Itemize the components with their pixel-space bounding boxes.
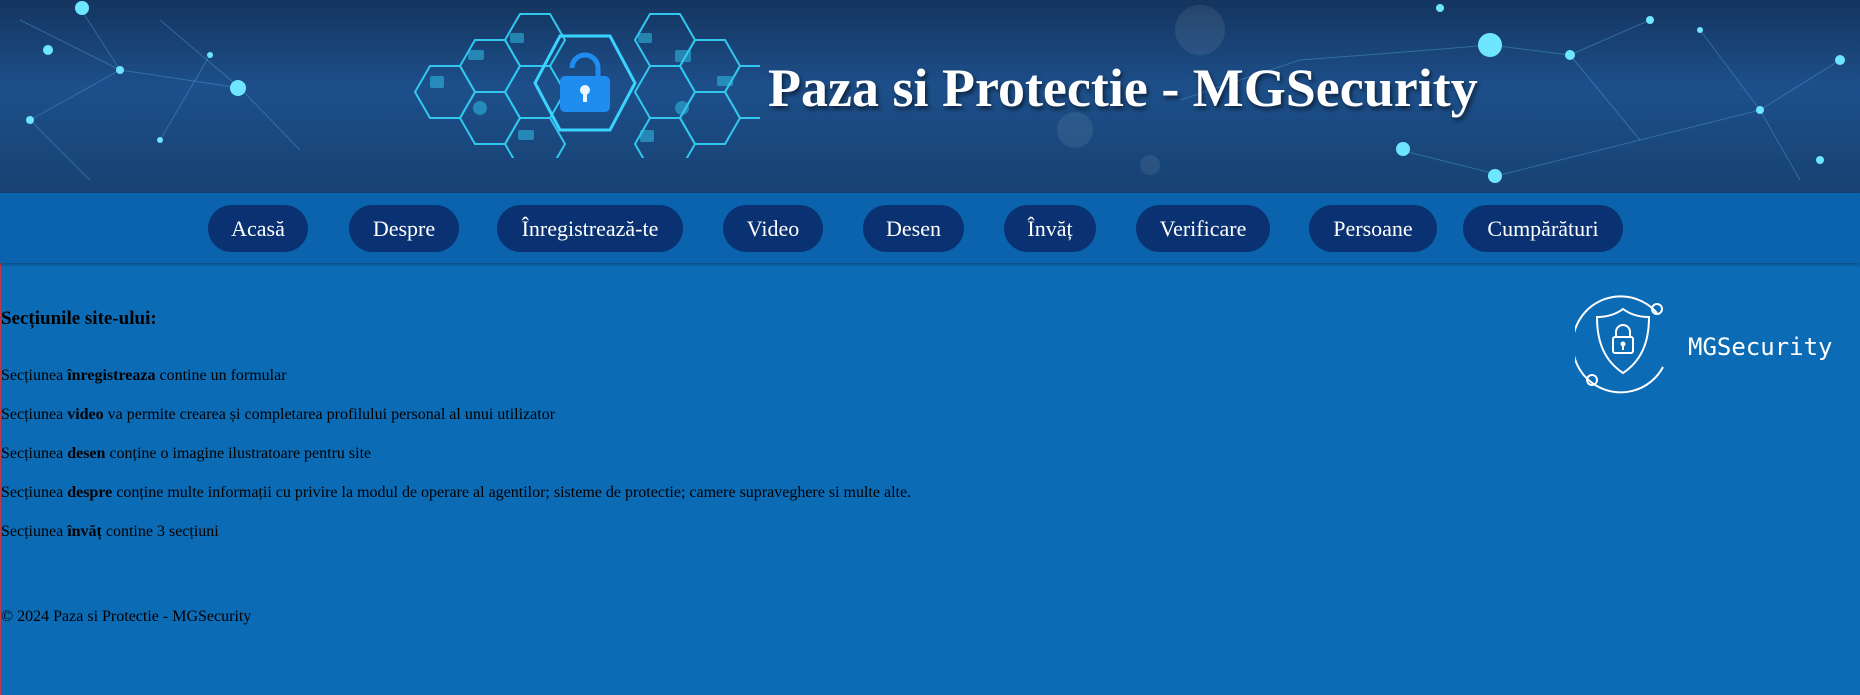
section-description: Secțiunea video va permite crearea și co…: [1, 406, 556, 423]
nav-item-inregistreaza[interactable]: Înregistrează-te: [497, 205, 683, 252]
shield-lock-icon: [1575, 295, 1664, 394]
section-keyword: video: [67, 406, 104, 423]
site-sections-content: Secțiunile site-ului: Secțiunea înregist…: [1, 300, 1301, 551]
nav-item-verificare[interactable]: Verificare: [1136, 205, 1270, 252]
nav-item-acasa[interactable]: Acasă: [208, 205, 308, 252]
section-keyword: desen: [67, 445, 106, 462]
nav-item-video[interactable]: Video: [723, 205, 823, 252]
section-description: Secțiunea învăț contine 3 secțiuni: [1, 523, 219, 540]
security-hexagon-graphic: [413, 13, 760, 158]
section-description: Secțiunea desen conține o imagine ilustr…: [1, 445, 372, 462]
section-description: Secțiunea înregistreaza contine un formu…: [1, 367, 287, 384]
section-description: Secțiunea despre conține multe informați…: [1, 484, 912, 501]
nav-item-cumparaturi[interactable]: Cumpărături: [1463, 205, 1623, 252]
footer-copyright: © 2024 Paza si Protectie - MGSecurity: [1, 608, 252, 625]
site-header: Paza si Protectie - MGSecurity: [0, 0, 1860, 193]
nav-item-invat[interactable]: Învăț: [1004, 205, 1096, 252]
section-keyword: despre: [67, 484, 113, 501]
section-keyword: învăț: [67, 523, 102, 540]
logo-text: MGSecurity: [1688, 333, 1833, 361]
sections-heading: Secțiunile site-ului:: [1, 308, 157, 329]
main-navigation: Acasă Despre Înregistrează-te Video Dese…: [0, 193, 1860, 263]
section-keyword: înregistreaza: [67, 367, 156, 384]
site-title: Paza si Protectie - MGSecurity: [768, 58, 1478, 118]
nav-item-desen[interactable]: Desen: [863, 205, 964, 252]
nav-item-despre[interactable]: Despre: [349, 205, 459, 252]
nav-item-persoane[interactable]: Persoane: [1309, 205, 1437, 252]
